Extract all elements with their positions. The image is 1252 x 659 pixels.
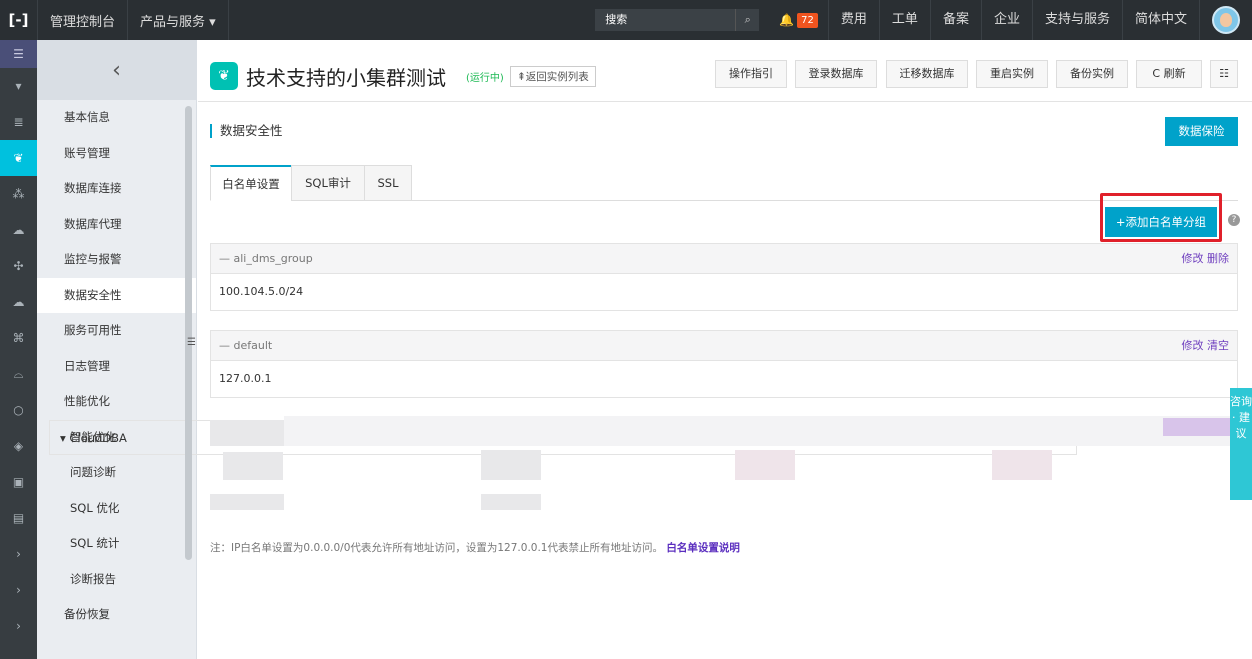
layers-icon[interactable]: ◈: [0, 428, 37, 464]
square-icon[interactable]: ▣: [0, 464, 37, 500]
menu-icon[interactable]: ☰: [0, 40, 37, 68]
tab-ssl[interactable]: SSL: [364, 165, 412, 201]
network-icon[interactable]: ⁂: [0, 176, 37, 212]
redacted-area: [481, 494, 541, 510]
sidebar-item-monitoring[interactable]: 监控与报警: [37, 242, 196, 278]
refresh-button[interactable]: C 刷新: [1136, 60, 1202, 88]
login-db-button[interactable]: 登录数据库: [795, 60, 877, 88]
restart-button[interactable]: 重启实例: [976, 60, 1048, 88]
arrow-right-icon[interactable]: ›: [0, 536, 37, 572]
box-icon[interactable]: ▤: [0, 500, 37, 536]
data-protect-button[interactable]: 数据保险: [1165, 117, 1238, 146]
cloud-db-icon[interactable]: ☁: [0, 284, 37, 320]
back-to-list-button[interactable]: ⇞返回实例列表: [510, 66, 596, 87]
collapse-sidebar-button[interactable]: ‹: [37, 40, 196, 100]
sidebar-item-db-proxy[interactable]: 数据库代理: [37, 207, 196, 243]
sidebar-toggle-icon[interactable]: ☰: [187, 337, 197, 361]
tab-whitelist[interactable]: 白名单设置: [210, 165, 292, 201]
nav-language[interactable]: 简体中文: [1123, 0, 1200, 40]
sidebar-item-data-security[interactable]: 数据安全性: [37, 277, 196, 313]
chevron-down-icon[interactable]: ▾: [0, 68, 37, 104]
status-badge: (运行中): [466, 73, 504, 84]
products-menu[interactable]: 产品与服务 ▾: [128, 0, 229, 40]
whitelist-group-default: — default 修改 清空 127.0.0.1: [210, 330, 1238, 398]
sidebar-item-db-connection[interactable]: 数据库连接: [37, 171, 196, 207]
rds-icon[interactable]: ❦: [0, 140, 37, 176]
sidebar-item-availability[interactable]: 服务可用性: [37, 313, 196, 349]
instance-sidebar: ‹ 基本信息 账号管理 数据库连接 数据库代理 监控与报警 数据安全性 服务可用…: [37, 40, 1077, 659]
nav-support[interactable]: 支持与服务: [1033, 0, 1123, 40]
cloud-icon[interactable]: ☁: [0, 212, 37, 248]
highlight-box: [1100, 193, 1222, 242]
rds-instance-icon: ❦: [210, 62, 238, 90]
sidebar-item-diagnosis[interactable]: 问题诊断: [37, 455, 196, 491]
note-text: 注：IP白名单设置为0.0.0.0/0代表允许所有地址访问，设置为127.0.0…: [210, 542, 663, 554]
redacted-area: [735, 450, 795, 480]
top-navbar: [-] 管理控制台 产品与服务 ▾ 搜索 ⌕ 🔔 72 费用 工单 备案 企业 …: [0, 0, 1252, 40]
page-title: 技术支持的小集群测试: [246, 66, 446, 90]
redacted-area: [210, 494, 284, 510]
aliyun-logo[interactable]: [-]: [0, 0, 38, 40]
group-ip-list: 100.104.5.0/24: [219, 285, 304, 298]
group-actions[interactable]: 修改 清空: [1182, 331, 1230, 361]
product-icon-bar: ☰ ▾ ≣ ❦ ⁂ ☁ ✣ ☁ ⌘ ⌓ ○ ◈ ▣ ▤ › › › ›: [0, 40, 37, 659]
sidebar-item-sql-stats[interactable]: SQL 统计: [37, 526, 196, 562]
avatar[interactable]: [1212, 6, 1240, 34]
backup-button[interactable]: 备份实例: [1056, 60, 1128, 88]
nav-tickets[interactable]: 工单: [880, 0, 931, 40]
arrow-right-icon[interactable]: ›: [0, 572, 37, 608]
help-icon[interactable]: ?: [1228, 214, 1240, 226]
notification-count-badge: 72: [797, 12, 818, 28]
nav-icp[interactable]: 备案: [931, 0, 982, 40]
nav-enterprise[interactable]: 企业: [982, 0, 1033, 40]
redacted-area: [284, 416, 1238, 446]
circle-icon[interactable]: ○: [0, 392, 37, 428]
redacted-area: [481, 450, 541, 480]
console-link[interactable]: 管理控制台: [38, 0, 129, 40]
nav-fees[interactable]: 费用: [829, 0, 880, 40]
group-name[interactable]: — default: [219, 339, 272, 352]
whitelist-group-ali-dms: — ali_dms_group 修改 删除 100.104.5.0/24: [210, 243, 1238, 311]
sidebar-item-backup[interactable]: 备份恢复: [37, 597, 196, 633]
list-view-icon[interactable]: ☷: [1210, 60, 1238, 88]
search-icon[interactable]: ⌕: [735, 9, 760, 31]
group-ip-list: 127.0.0.1: [219, 372, 272, 385]
bell-icon: 🔔: [779, 13, 795, 27]
search-input[interactable]: 搜索: [595, 9, 736, 31]
tab-sql-audit[interactable]: SQL审计: [291, 165, 365, 201]
sidebar-item-logs[interactable]: 日志管理: [37, 349, 196, 385]
cluster-icon[interactable]: ✣: [0, 248, 37, 284]
sidebar-item-basic-info[interactable]: 基本信息: [37, 100, 196, 136]
sidebar-item-sql-optimize[interactable]: SQL 优化: [37, 491, 196, 527]
section-title: 数据安全性: [210, 124, 283, 138]
group-name[interactable]: — ali_dms_group: [219, 252, 313, 265]
notification-button[interactable]: 🔔 72: [769, 0, 829, 40]
redacted-area: [992, 450, 1052, 480]
security-tabs: 白名单设置 SQL审计 SSL: [210, 165, 1238, 201]
sidebar-item-performance[interactable]: 性能优化: [37, 384, 196, 420]
sidebar-item-accounts[interactable]: 账号管理: [37, 136, 196, 172]
arrow-right-icon[interactable]: ›: [0, 644, 37, 659]
guide-button[interactable]: 操作指引: [715, 60, 787, 88]
group-actions[interactable]: 修改 删除: [1182, 244, 1230, 274]
main-content: ❦ 技术支持的小集群测试 (运行中) ⇞返回实例列表 操作指引 登录数据库 迁移…: [198, 40, 1252, 659]
whitelist-help-link[interactable]: 白名单设置说明: [666, 542, 740, 554]
sidebar-item-diag-report[interactable]: 诊断报告: [37, 562, 196, 598]
redacted-area: [1163, 418, 1238, 436]
redacted-area: [210, 420, 284, 446]
server-icon[interactable]: ≣: [0, 104, 37, 140]
whitelist-note: 注：IP白名单设置为0.0.0.0/0代表允许所有地址访问，设置为127.0.0…: [210, 540, 740, 555]
redacted-area: [223, 452, 283, 480]
arrow-right-icon[interactable]: ›: [0, 608, 37, 644]
sidebar-scrollbar[interactable]: [185, 106, 192, 560]
feedback-float-button[interactable]: 咨询 · 建议: [1230, 388, 1252, 500]
storage-icon[interactable]: ⌓: [0, 356, 37, 392]
migrate-db-button[interactable]: 迁移数据库: [886, 60, 968, 88]
connect-icon[interactable]: ⌘: [0, 320, 37, 356]
instance-header: ❦ 技术支持的小集群测试 (运行中) ⇞返回实例列表 操作指引 登录数据库 迁移…: [198, 40, 1252, 102]
